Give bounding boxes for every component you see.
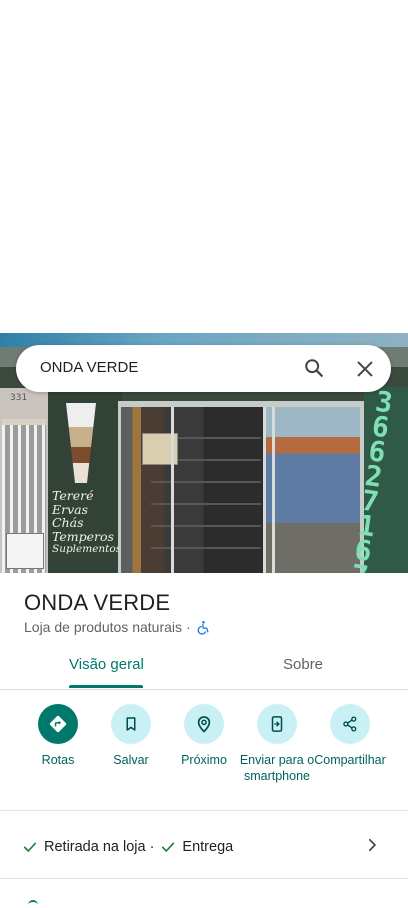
place-category[interactable]: Loja de produtos naturais xyxy=(24,619,182,635)
nearby-label: Próximo xyxy=(181,753,227,767)
wheelchair-icon xyxy=(197,620,209,635)
send-to-phone-label: Enviar para o smartphone xyxy=(239,753,315,783)
service-separator: · xyxy=(149,839,155,855)
send-to-phone-button-circle[interactable] xyxy=(257,704,297,744)
photo-mullion xyxy=(263,407,266,573)
map-area-blank xyxy=(0,0,408,333)
search-icon[interactable] xyxy=(303,357,325,379)
photo-mullion xyxy=(272,407,275,573)
wall-sign-line: Tereré xyxy=(52,488,94,503)
share-icon xyxy=(343,716,357,732)
service-item: Retirada na loja xyxy=(44,839,146,855)
next-row-icon xyxy=(28,900,38,908)
service-options[interactable]: Retirada na loja · Entrega xyxy=(22,839,233,855)
actions-divider xyxy=(0,810,408,811)
photo-house-number: 331 xyxy=(10,393,28,403)
send-to-phone-button[interactable]: Enviar para o smartphone xyxy=(237,704,317,784)
place-category-row: Loja de produtos naturais · xyxy=(24,619,211,635)
share-label: Compartilhar xyxy=(314,753,386,767)
tab-overview[interactable]: Visão geral xyxy=(69,656,144,673)
save-label: Salvar xyxy=(113,753,149,767)
close-icon[interactable] xyxy=(354,358,376,380)
wall-sign-line: Chás xyxy=(52,515,84,530)
directions-button[interactable]: Rotas xyxy=(18,704,98,768)
nearby-button-circle[interactable] xyxy=(184,704,224,744)
place-title: ONDA VERDE xyxy=(24,590,171,615)
wall-sign-line: Suplementos xyxy=(52,543,122,555)
photo-wall-sign: Tereré Ervas Chás Temperos Suplementos xyxy=(52,489,122,557)
service-item: Entrega xyxy=(182,839,234,855)
photo-glass-left xyxy=(121,407,263,573)
directions-icon xyxy=(49,715,67,733)
category-separator: · xyxy=(186,619,191,635)
send-to-phone-icon xyxy=(271,716,283,732)
tabs-divider xyxy=(0,689,408,690)
search-bar[interactable]: ONDA VERDE xyxy=(16,345,391,392)
directions-button-circle[interactable] xyxy=(38,704,78,744)
photo-mullion xyxy=(171,407,174,573)
wall-sign-line: Temperos xyxy=(52,528,114,544)
chevron-right-icon[interactable] xyxy=(363,836,381,854)
directions-label: Rotas xyxy=(41,753,75,767)
nearby-icon xyxy=(197,716,211,733)
nearby-button[interactable]: Próximo xyxy=(164,704,244,768)
check-icon xyxy=(23,842,37,852)
wall-sign-line: Ervas xyxy=(52,501,89,517)
share-button-circle[interactable] xyxy=(330,704,370,744)
tab-selected-indicator xyxy=(69,685,143,688)
photo-gate-box xyxy=(6,533,44,569)
bookmark-icon xyxy=(126,717,136,731)
save-button-circle[interactable] xyxy=(111,704,151,744)
save-button[interactable]: Salvar xyxy=(91,704,171,768)
search-input[interactable]: ONDA VERDE xyxy=(40,359,138,376)
check-icon xyxy=(162,842,175,852)
share-button[interactable]: Compartilhar xyxy=(310,704,390,768)
services-divider xyxy=(0,878,408,879)
tab-about[interactable]: Sobre xyxy=(283,656,323,673)
